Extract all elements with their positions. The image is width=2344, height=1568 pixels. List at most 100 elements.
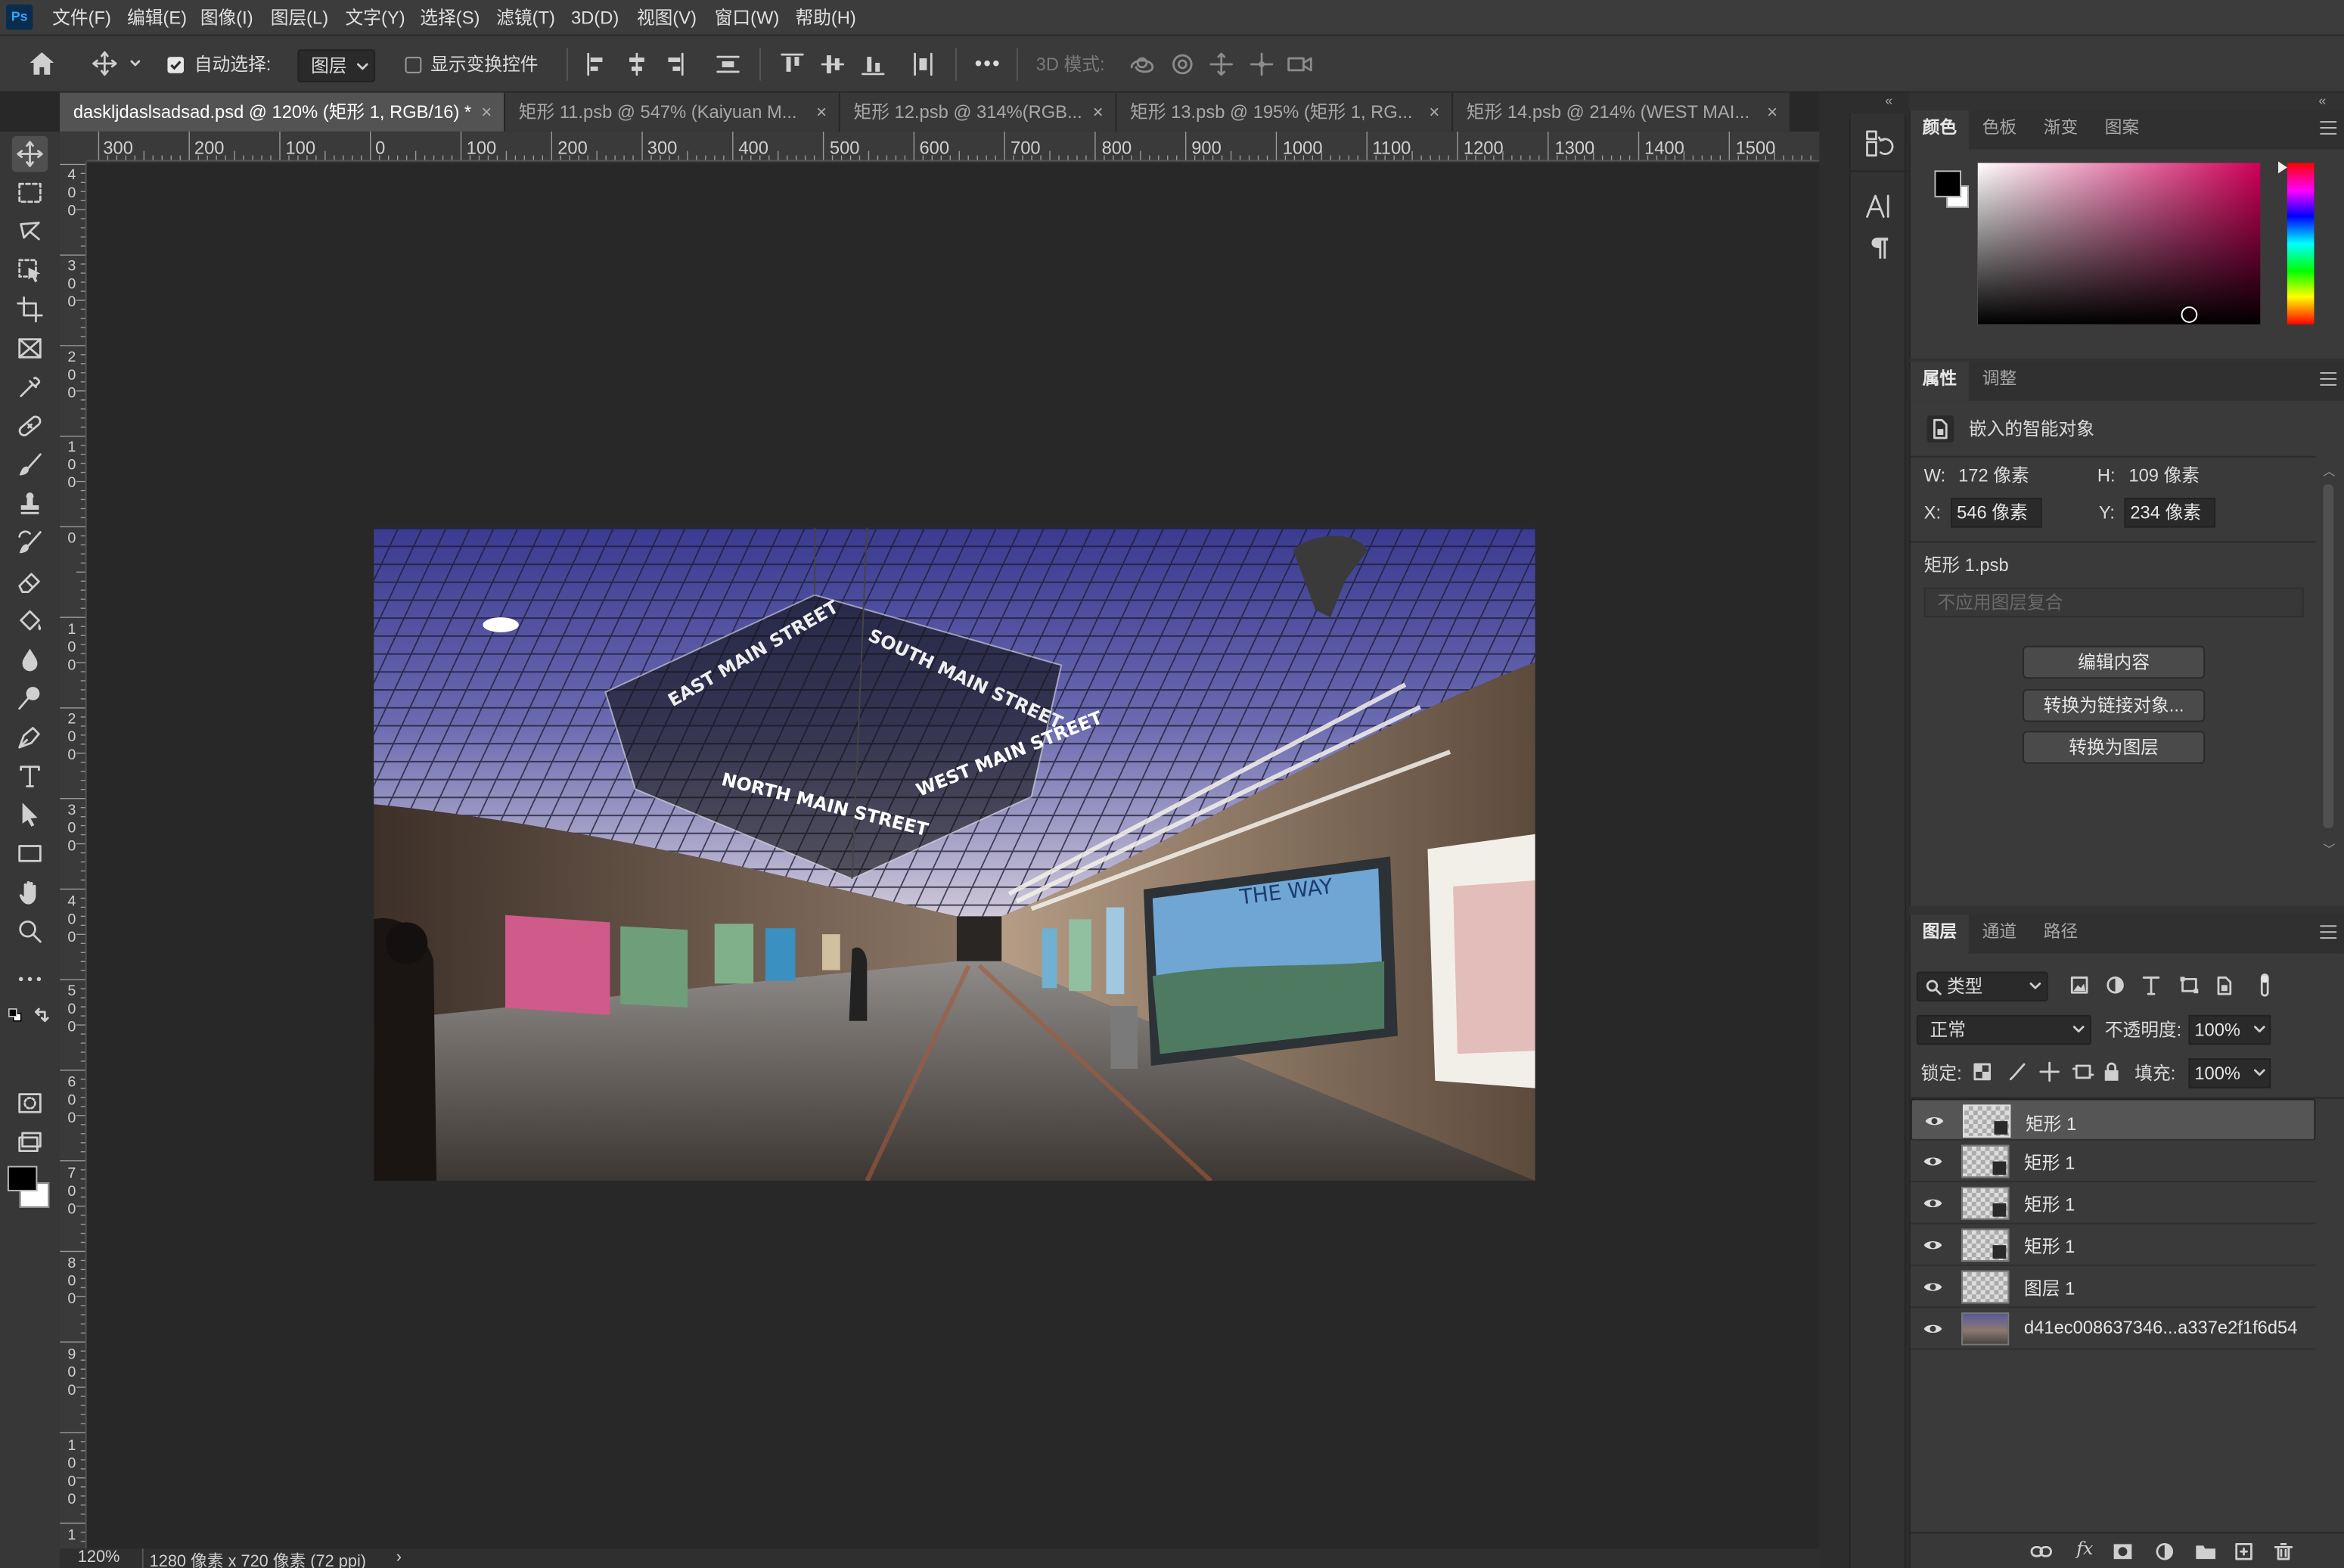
default-colors-icon[interactable] (8, 1008, 23, 1023)
opacity-field[interactable]: 100% (2188, 1014, 2271, 1045)
panel-menu-icon[interactable] (2320, 121, 2337, 135)
x-position-field[interactable]: 546 像素 (1951, 498, 2042, 528)
close-icon[interactable]: × (481, 93, 492, 132)
status-menu-arrow[interactable]: › (396, 1548, 402, 1566)
layer-name[interactable]: d41ec008637346...a337e2f1f6d54 (2024, 1317, 2297, 1338)
convert-to-layers-button[interactable]: 转换为图层 (2023, 731, 2206, 764)
zoom-level[interactable]: 120% (78, 1548, 120, 1566)
rectangle-tool[interactable] (12, 836, 48, 871)
edit-toolbar-button[interactable] (12, 961, 48, 997)
lasso-tool[interactable] (12, 214, 48, 250)
convert-to-linked-button[interactable]: 转换为链接对象... (2023, 689, 2206, 722)
marquee-tool[interactable] (12, 175, 48, 210)
height-value[interactable]: 109 像素 (2128, 464, 2200, 488)
chevron-down-icon[interactable] (2252, 1017, 2266, 1044)
foreground-color-swatch[interactable] (7, 1166, 38, 1192)
tab-layers[interactable]: 图层 (1910, 914, 1969, 954)
layer-row[interactable]: d41ec008637346...a337e2f1f6d54 (1910, 1308, 2316, 1350)
vertical-ruler[interactable]: 400 300 200 100 0 100 200 300 400 500 60… (60, 161, 87, 1549)
menu-window[interactable]: 窗口(W) (715, 0, 780, 36)
collapse-dock-icon[interactable]: « (1885, 93, 1892, 108)
y-position-field[interactable]: 234 像素 (2124, 498, 2216, 528)
menu-filter[interactable]: 滤镜(T) (496, 0, 555, 36)
width-value[interactable]: 172 像素 (1958, 464, 2029, 488)
screen-mode-button[interactable] (12, 1124, 48, 1160)
fill-field[interactable]: 100% (2188, 1058, 2271, 1088)
layer-name[interactable]: 矩形 1 (2024, 1191, 2075, 1217)
move-tool-preset-icon[interactable] (92, 51, 142, 76)
color-picker-handle[interactable] (2181, 306, 2198, 323)
hue-slider-handle[interactable] (2278, 161, 2287, 174)
tab-adjustments[interactable]: 调整 (1970, 362, 2029, 400)
eye-icon[interactable] (1923, 1196, 1944, 1211)
fx-icon[interactable]: fx (2076, 1539, 2093, 1560)
layer-name[interactable]: 图层 1 (2024, 1275, 2075, 1301)
menu-3d[interactable]: 3D(D) (571, 0, 619, 36)
blend-mode-dropdown[interactable]: 正常 (1916, 1014, 2091, 1045)
home-icon[interactable] (29, 51, 56, 76)
layer-row[interactable]: 矩形 1 (1910, 1140, 2316, 1183)
show-transform-checkbox[interactable] (405, 57, 422, 73)
ruler-corner[interactable] (60, 131, 87, 162)
properties-scrollbar[interactable]: ︿ ﹀ (2318, 461, 2339, 865)
more-options-icon[interactable]: ••• (975, 51, 1001, 75)
dodge-tool[interactable] (12, 680, 48, 716)
tab-document-14[interactable]: 矩形 14.psb @ 214% (WEST MAI... × (1453, 92, 1791, 132)
auto-select-target-dropdown[interactable]: 图层 (297, 49, 376, 82)
close-icon[interactable]: × (1767, 93, 1777, 132)
tab-properties[interactable]: 属性 (1910, 362, 1969, 401)
object-selection-tool[interactable] (12, 253, 48, 288)
tab-color[interactable]: 颜色 (1910, 110, 1969, 150)
color-field[interactable] (1977, 163, 2261, 324)
chevron-down-icon[interactable] (2252, 1060, 2266, 1087)
panel-menu-icon[interactable] (2320, 372, 2337, 386)
close-icon[interactable]: × (1429, 93, 1439, 132)
layer-name[interactable]: 矩形 1 (2026, 1109, 2076, 1139)
layer-comp-dropdown[interactable]: 不应用图层复合 (1923, 587, 2304, 618)
history-brush-tool[interactable] (12, 525, 48, 560)
move-tool[interactable] (11, 135, 48, 172)
menu-layer[interactable]: 图层(L) (271, 0, 328, 36)
scroll-down-icon[interactable]: ﹀ (2323, 842, 2335, 859)
history-panel-icon[interactable] (1864, 129, 1895, 159)
document-image[interactable]: THE WAY EAST MAIN STREET SOUTH MAIN STRE… (374, 527, 1535, 1181)
layer-row[interactable]: 矩形 1 (1910, 1182, 2316, 1225)
eye-icon[interactable] (1924, 1113, 1945, 1129)
eye-icon[interactable] (1923, 1237, 1944, 1253)
tab-document-13[interactable]: 矩形 13.psb @ 195% (矩形 1, RG... × (1116, 92, 1454, 132)
close-icon[interactable]: × (816, 93, 827, 132)
horizontal-ruler[interactable]: 300 200 100 0 100 200 300 400 500 600 70… (86, 131, 1820, 162)
paint-bucket-tool[interactable] (12, 602, 48, 638)
character-panel-icon[interactable] (1864, 191, 1895, 222)
hand-tool[interactable] (12, 874, 48, 910)
blur-tool[interactable] (12, 641, 48, 677)
menu-edit[interactable]: 编辑(E) (127, 0, 187, 36)
paragraph-panel-icon[interactable] (1864, 233, 1895, 263)
tab-document-main[interactable]: daskljdaslsadsad.psd @ 120% (矩形 1, RGB/1… (60, 92, 506, 132)
tab-document-12[interactable]: 矩形 12.psb @ 314%(RGB... × (840, 92, 1117, 132)
frame-tool[interactable] (12, 331, 48, 366)
tab-gradients[interactable]: 渐变 (2032, 110, 2090, 149)
scroll-thumb[interactable] (2323, 484, 2334, 828)
hue-slider[interactable] (2287, 163, 2315, 324)
panel-menu-icon[interactable] (2320, 925, 2337, 939)
menu-image[interactable]: 图像(I) (200, 0, 253, 36)
tab-paths[interactable]: 路径 (2032, 914, 2090, 953)
healing-brush-tool[interactable] (12, 408, 48, 444)
menu-help[interactable]: 帮助(H) (795, 0, 855, 36)
auto-select-checkbox[interactable] (167, 57, 185, 73)
eye-icon[interactable] (1923, 1280, 1944, 1295)
scroll-up-icon[interactable]: ︿ (2323, 464, 2335, 480)
close-icon[interactable]: × (1093, 93, 1104, 132)
eyedropper-tool[interactable] (12, 369, 48, 405)
layer-row[interactable]: 矩形 1 (1910, 1098, 2316, 1141)
layer-row[interactable]: 图层 1 (1910, 1265, 2316, 1309)
swap-colors-icon[interactable] (33, 1008, 49, 1023)
layer-name[interactable]: 矩形 1 (2024, 1150, 2075, 1175)
crop-tool[interactable] (12, 291, 48, 327)
menu-select[interactable]: 选择(S) (420, 0, 480, 36)
edit-contents-button[interactable]: 编辑内容 (2023, 645, 2206, 679)
brush-tool[interactable] (12, 447, 48, 483)
tab-channels[interactable]: 通道 (1970, 914, 2029, 953)
tab-document-11[interactable]: 矩形 11.psb @ 547% (Kaiyuan M... × (505, 92, 840, 132)
